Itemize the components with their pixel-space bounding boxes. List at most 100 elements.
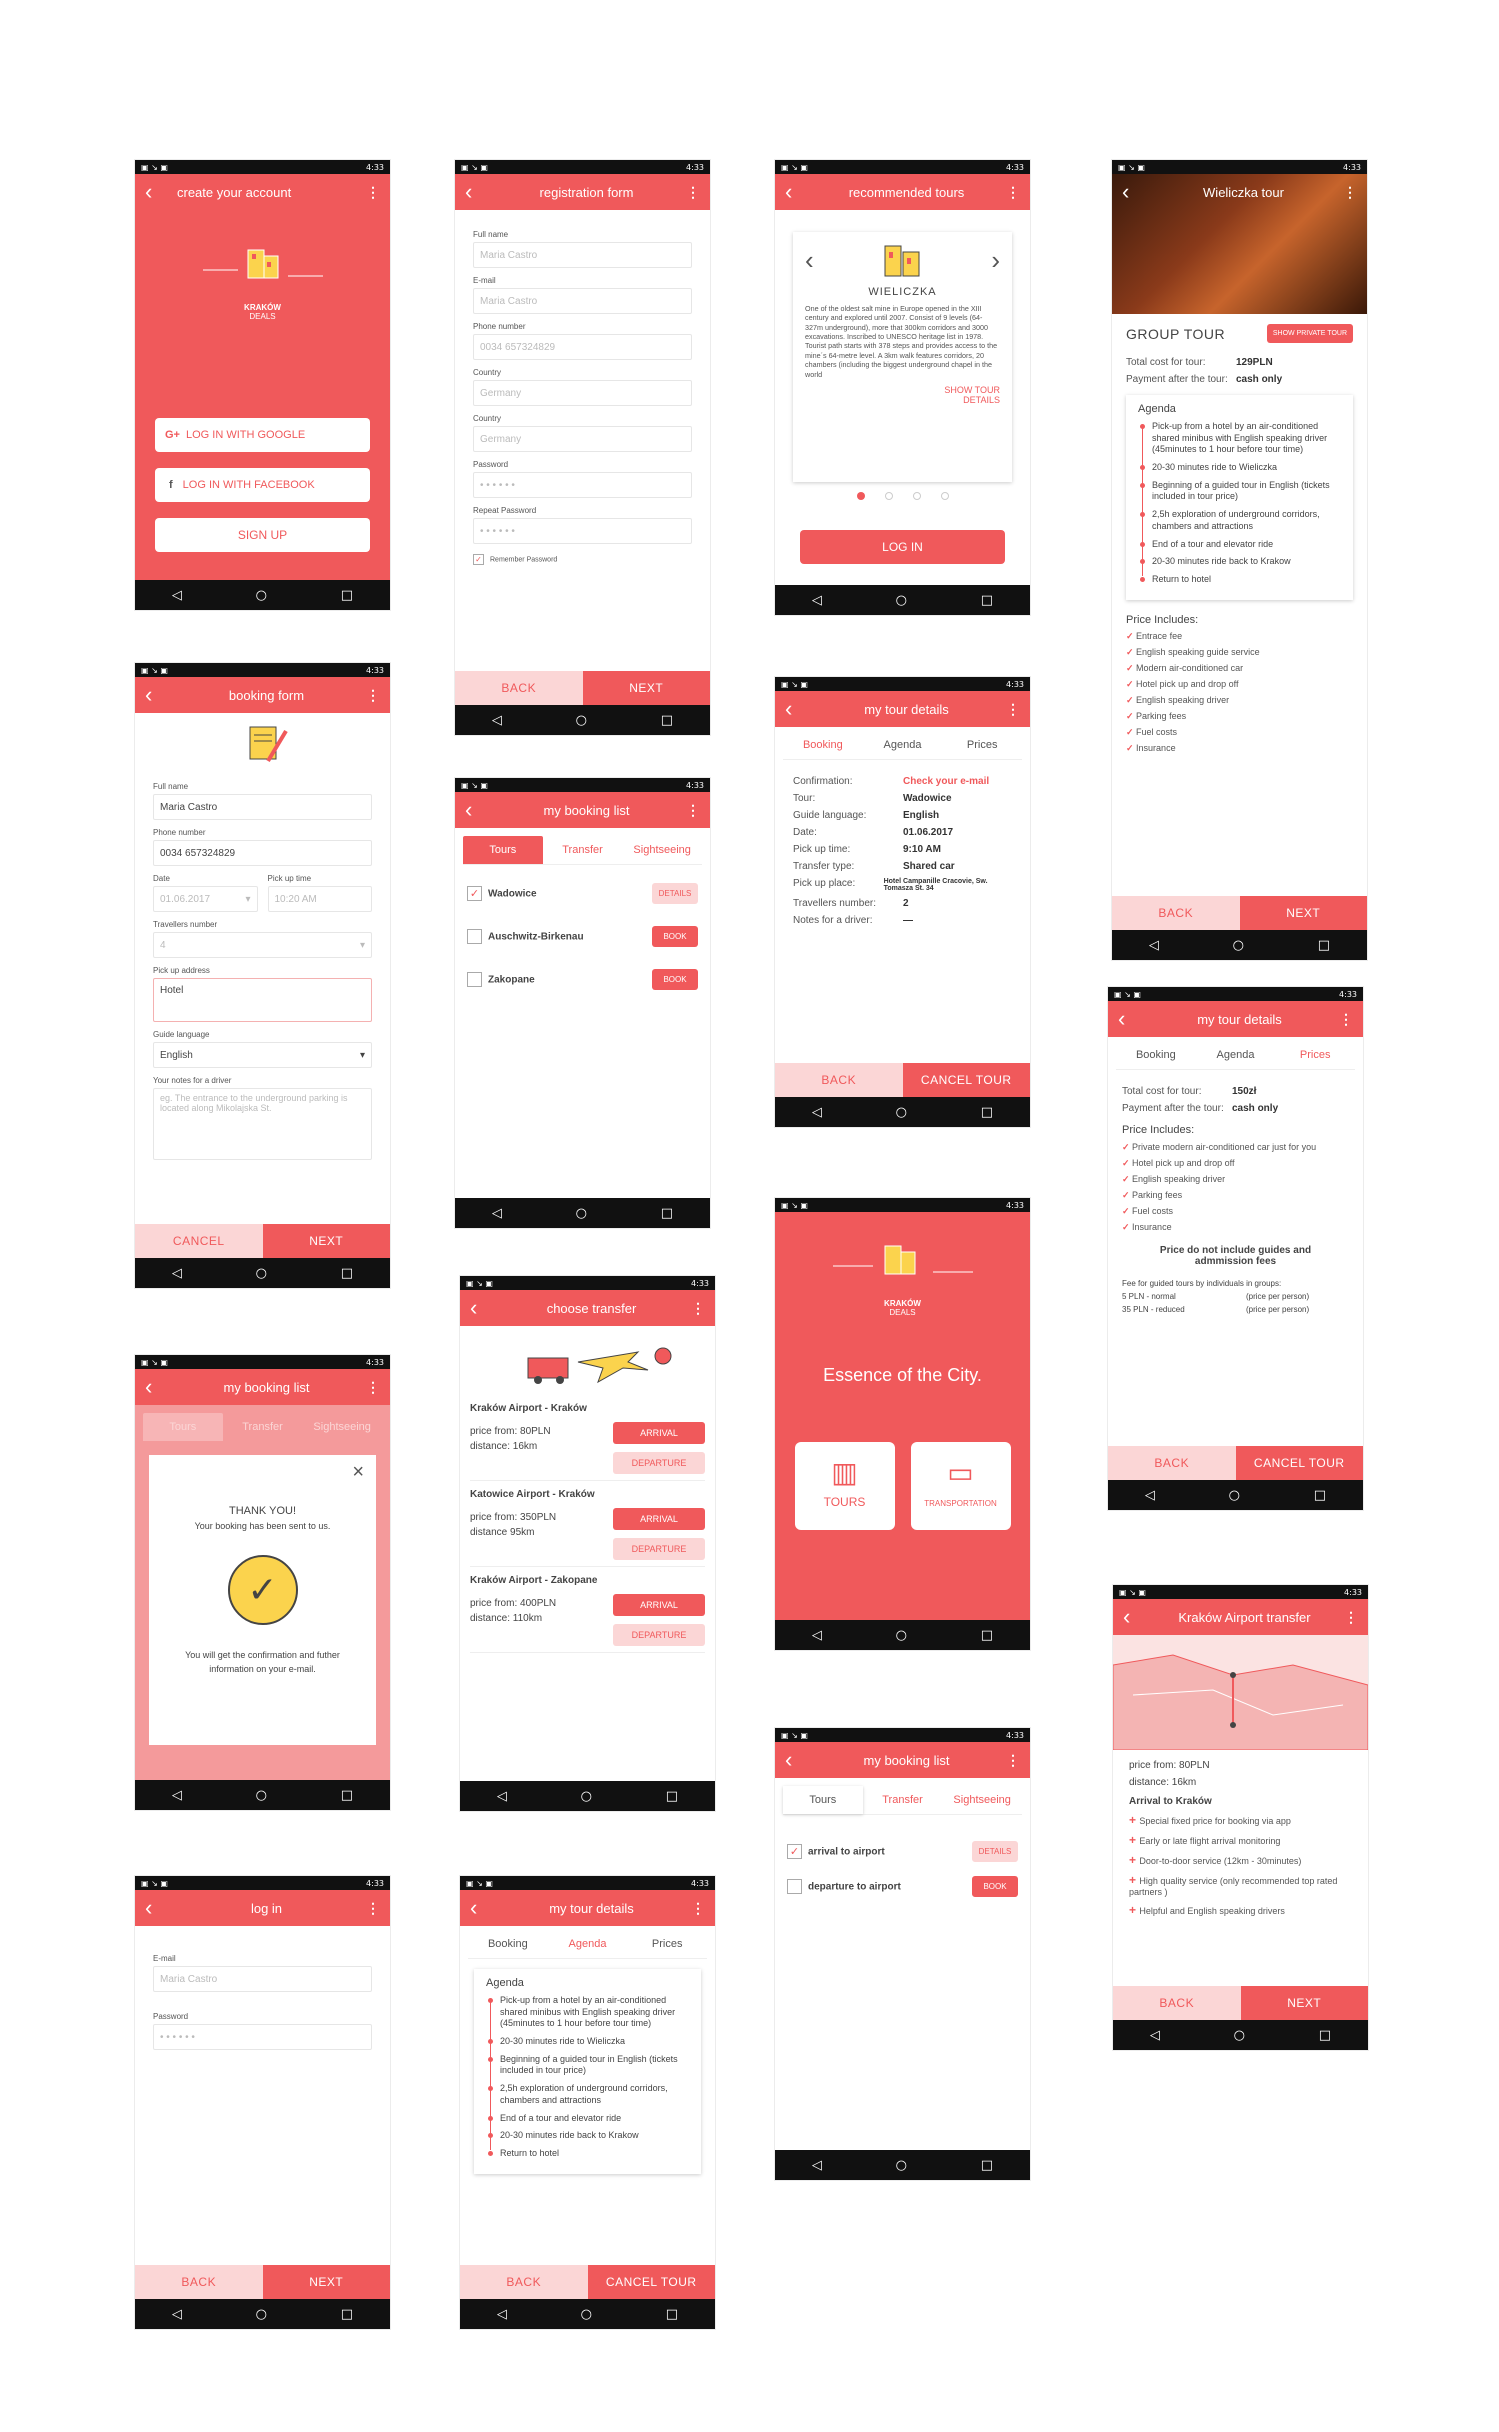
details-button[interactable]: DETAILS	[972, 1841, 1018, 1862]
guide-language-select[interactable]: English ▾	[153, 1042, 372, 1068]
nav-home-icon[interactable]: ○	[1234, 2028, 1245, 2043]
arrival-button[interactable]: ARRIVAL	[613, 1594, 705, 1616]
transportation-button[interactable]: ▭ TRANSPORTATION	[910, 1442, 1011, 1530]
back-button[interactable]: BACK	[135, 2265, 263, 2299]
menu-icon[interactable]: ⋮	[1344, 1609, 1358, 1626]
nav-back-icon[interactable]: ◁	[172, 1788, 182, 1803]
nav-recent-icon[interactable]: □	[981, 593, 993, 608]
form-field[interactable]: • • • • • •	[473, 518, 692, 544]
checkbox[interactable]	[787, 1879, 802, 1894]
close-icon[interactable]: ×	[352, 1461, 364, 1484]
back-icon[interactable]: ‹	[465, 799, 487, 821]
back-icon[interactable]: ‹	[785, 1749, 807, 1771]
booking-item-label[interactable]: Auschwitz-Birkenau	[467, 929, 584, 944]
tab-sightseeing[interactable]: Sightseeing	[622, 836, 702, 864]
booking-item-label[interactable]: ✓ arrival to airport	[787, 1844, 885, 1859]
nav-home-icon[interactable]: ○	[581, 2307, 592, 2322]
arrival-button[interactable]: ARRIVAL	[613, 1422, 705, 1444]
departure-button[interactable]: DEPARTURE	[613, 1452, 705, 1474]
back-icon[interactable]: ‹	[1122, 181, 1144, 203]
next-button[interactable]: NEXT	[262, 2265, 390, 2299]
menu-icon[interactable]: ⋮	[1006, 1752, 1020, 1769]
tab-prices[interactable]: Prices	[1275, 1041, 1355, 1069]
nav-recent-icon[interactable]: □	[341, 1266, 353, 1281]
nav-back-icon[interactable]: ◁	[1149, 938, 1159, 953]
travellers-select[interactable]: 4 ▾	[153, 932, 372, 958]
back-icon[interactable]: ‹	[145, 181, 167, 203]
tab-prices[interactable]: Prices	[942, 731, 1022, 759]
nav-home-icon[interactable]: ○	[576, 1206, 587, 1221]
show-private-tour-button[interactable]: SHOW PRIVATE TOUR	[1266, 324, 1353, 343]
back-icon[interactable]: ‹	[470, 1297, 492, 1319]
cancel-button[interactable]: CANCEL	[135, 1224, 263, 1258]
back-icon[interactable]: ‹	[465, 181, 487, 203]
tab-transfer[interactable]: Transfer	[863, 1786, 943, 1814]
nav-home-icon[interactable]: ○	[576, 713, 587, 728]
details-button[interactable]: DETAILS	[652, 883, 698, 904]
back-button[interactable]: BACK	[460, 2265, 588, 2299]
nav-back-icon[interactable]: ◁	[497, 2307, 507, 2322]
back-icon[interactable]: ‹	[470, 1897, 492, 1919]
nav-back-icon[interactable]: ◁	[1145, 1488, 1155, 1503]
next-button[interactable]: NEXT	[262, 1224, 390, 1258]
next-button[interactable]: NEXT	[1240, 1986, 1368, 2020]
back-icon[interactable]: ‹	[785, 181, 807, 203]
arrival-button[interactable]: ARRIVAL	[613, 1508, 705, 1530]
menu-icon[interactable]: ⋮	[691, 1300, 705, 1317]
booking-item-label[interactable]: ✓ Wadowice	[467, 886, 537, 901]
nav-back-icon[interactable]: ◁	[812, 593, 822, 608]
nav-back-icon[interactable]: ◁	[172, 2307, 182, 2322]
back-icon[interactable]: ‹	[1123, 1606, 1145, 1628]
nav-back-icon[interactable]: ◁	[492, 1206, 502, 1221]
nav-recent-icon[interactable]: □	[1314, 1488, 1326, 1503]
login-button[interactable]: LOG IN	[800, 530, 1005, 564]
nav-home-icon[interactable]: ○	[896, 1628, 907, 1643]
remember-checkbox[interactable]: ✓ Remember Password	[455, 544, 710, 575]
menu-icon[interactable]: ⋮	[1006, 701, 1020, 718]
facebook-login-button[interactable]: f LOG IN WITH FACEBOOK	[155, 468, 370, 502]
driver-notes-textarea[interactable]: eg. The entrance to the underground park…	[153, 1088, 372, 1160]
nav-recent-icon[interactable]: □	[1318, 938, 1330, 953]
tab-agenda[interactable]: Agenda	[1196, 1041, 1276, 1069]
form-field[interactable]: Maria Castro	[473, 288, 692, 314]
back-icon[interactable]: ‹	[1118, 1008, 1140, 1030]
menu-icon[interactable]: ⋮	[691, 1900, 705, 1917]
form-field[interactable]: Germany	[473, 426, 692, 452]
nav-home-icon[interactable]: ○	[896, 2158, 907, 2173]
book-button[interactable]: BOOK	[652, 969, 698, 990]
cancel-tour-button[interactable]: CANCEL TOUR	[587, 2265, 715, 2299]
nav-home-icon[interactable]: ○	[581, 1789, 592, 1804]
nav-back-icon[interactable]: ◁	[172, 588, 182, 603]
nav-recent-icon[interactable]: □	[981, 2158, 993, 2173]
back-button[interactable]: BACK	[1112, 896, 1240, 930]
tab-booking[interactable]: Booking	[468, 1930, 548, 1958]
show-tour-details-link[interactable]: SHOW TOUR DETAILS	[805, 385, 1000, 405]
tab-agenda[interactable]: Agenda	[863, 731, 943, 759]
form-field[interactable]: Maria Castro	[153, 794, 372, 820]
nav-recent-icon[interactable]: □	[981, 1105, 993, 1120]
nav-home-icon[interactable]: ○	[256, 1788, 267, 1803]
email-field[interactable]: Maria Castro	[153, 1966, 372, 1992]
tab-prices[interactable]: Prices	[627, 1930, 707, 1958]
back-button[interactable]: BACK	[1113, 1986, 1241, 2020]
form-field[interactable]: Maria Castro	[473, 242, 692, 268]
menu-icon[interactable]: ⋮	[686, 184, 700, 201]
back-icon[interactable]: ‹	[145, 684, 167, 706]
pick-up-address-input[interactable]: Hotel	[153, 978, 372, 1022]
nav-home-icon[interactable]: ○	[256, 2307, 267, 2322]
checkbox[interactable]	[467, 972, 482, 987]
book-button[interactable]: BOOK	[972, 1876, 1018, 1897]
menu-icon[interactable]: ⋮	[366, 1900, 380, 1917]
nav-back-icon[interactable]: ◁	[1150, 2028, 1160, 2043]
form-field[interactable]: 0034 657324829	[473, 334, 692, 360]
prev-arrow-icon[interactable]: ‹	[805, 245, 814, 276]
menu-icon[interactable]: ⋮	[366, 184, 380, 201]
nav-back-icon[interactable]: ◁	[492, 713, 502, 728]
tab-agenda[interactable]: Agenda	[548, 1930, 628, 1958]
form-field[interactable]: 0034 657324829	[153, 840, 372, 866]
next-arrow-icon[interactable]: ›	[991, 245, 1000, 276]
menu-icon[interactable]: ⋮	[366, 687, 380, 704]
departure-button[interactable]: DEPARTURE	[613, 1538, 705, 1560]
tab-transfer[interactable]: Transfer	[543, 836, 623, 864]
tab-tours[interactable]: Tours	[463, 836, 543, 864]
